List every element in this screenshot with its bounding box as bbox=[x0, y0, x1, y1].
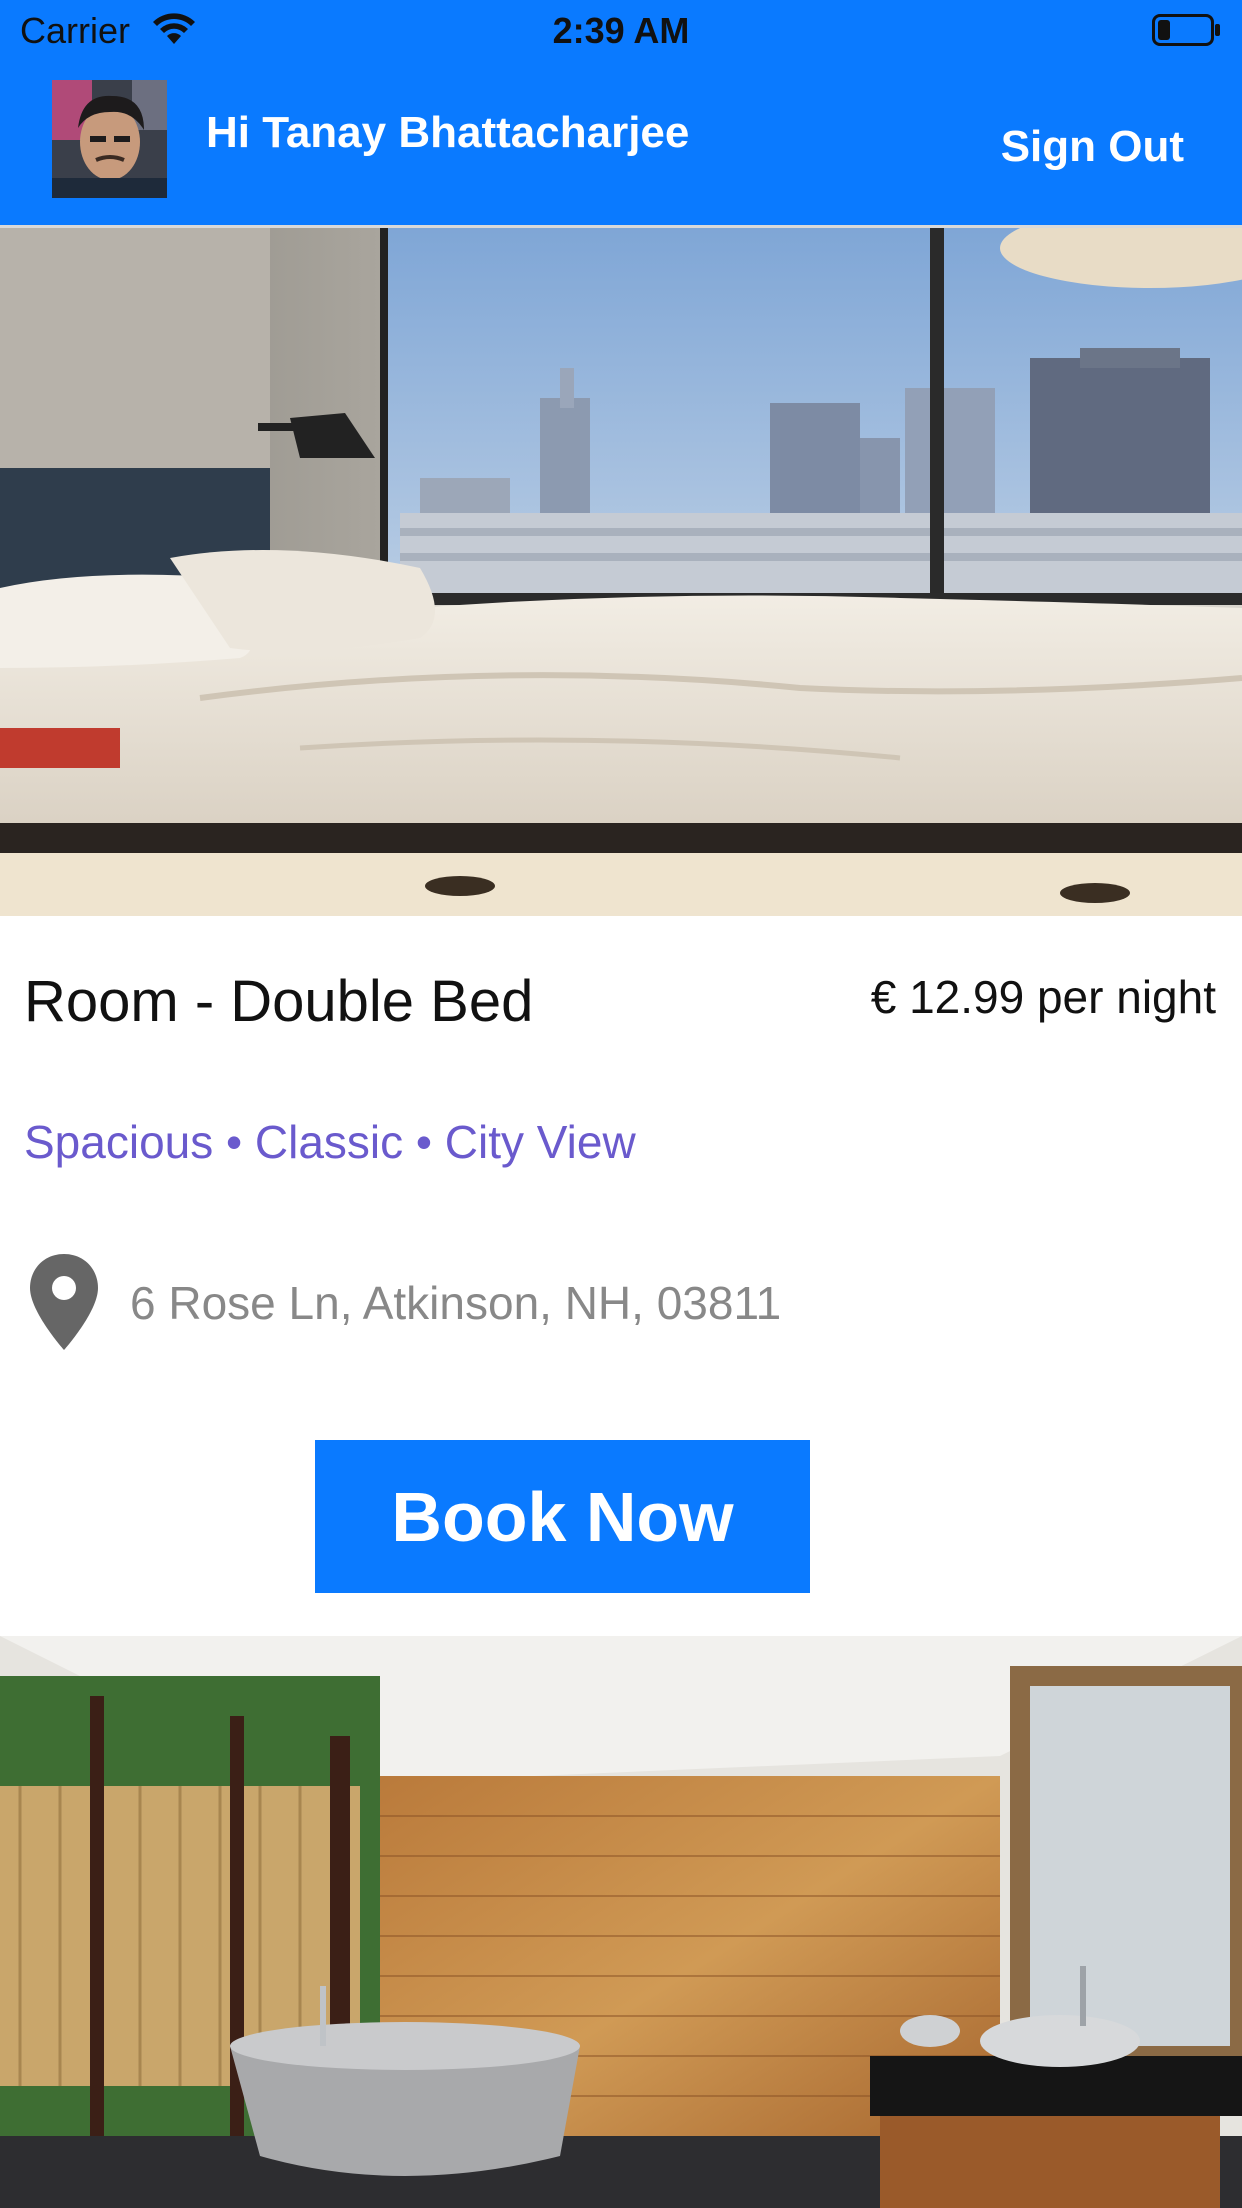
battery-icon bbox=[1152, 14, 1222, 46]
greeting-text: Hi Tanay Bhattacharjee bbox=[206, 108, 690, 157]
user-avatar[interactable] bbox=[52, 80, 167, 198]
room-price: € 12.99 per night bbox=[870, 971, 1216, 1023]
app-header: Carrier 2:39 AM Hi Tanay Bhattacharjee S… bbox=[0, 0, 1242, 225]
next-room-photo[interactable] bbox=[0, 1636, 1242, 2208]
room-photo[interactable] bbox=[0, 228, 1242, 916]
room-features: Spacious • Classic • City View bbox=[24, 1116, 636, 1168]
room-address: 6 Rose Ln, Atkinson, NH, 03811 bbox=[130, 1277, 782, 1329]
map-pin-icon bbox=[28, 1252, 100, 1352]
room-title: Room - Double Bed bbox=[24, 969, 534, 1034]
book-now-button[interactable]: Book Now bbox=[315, 1440, 810, 1593]
status-bar: Carrier 2:39 AM bbox=[0, 0, 1242, 62]
sign-out-button[interactable]: Sign Out bbox=[1001, 122, 1184, 172]
clock: 2:39 AM bbox=[552, 10, 690, 51]
